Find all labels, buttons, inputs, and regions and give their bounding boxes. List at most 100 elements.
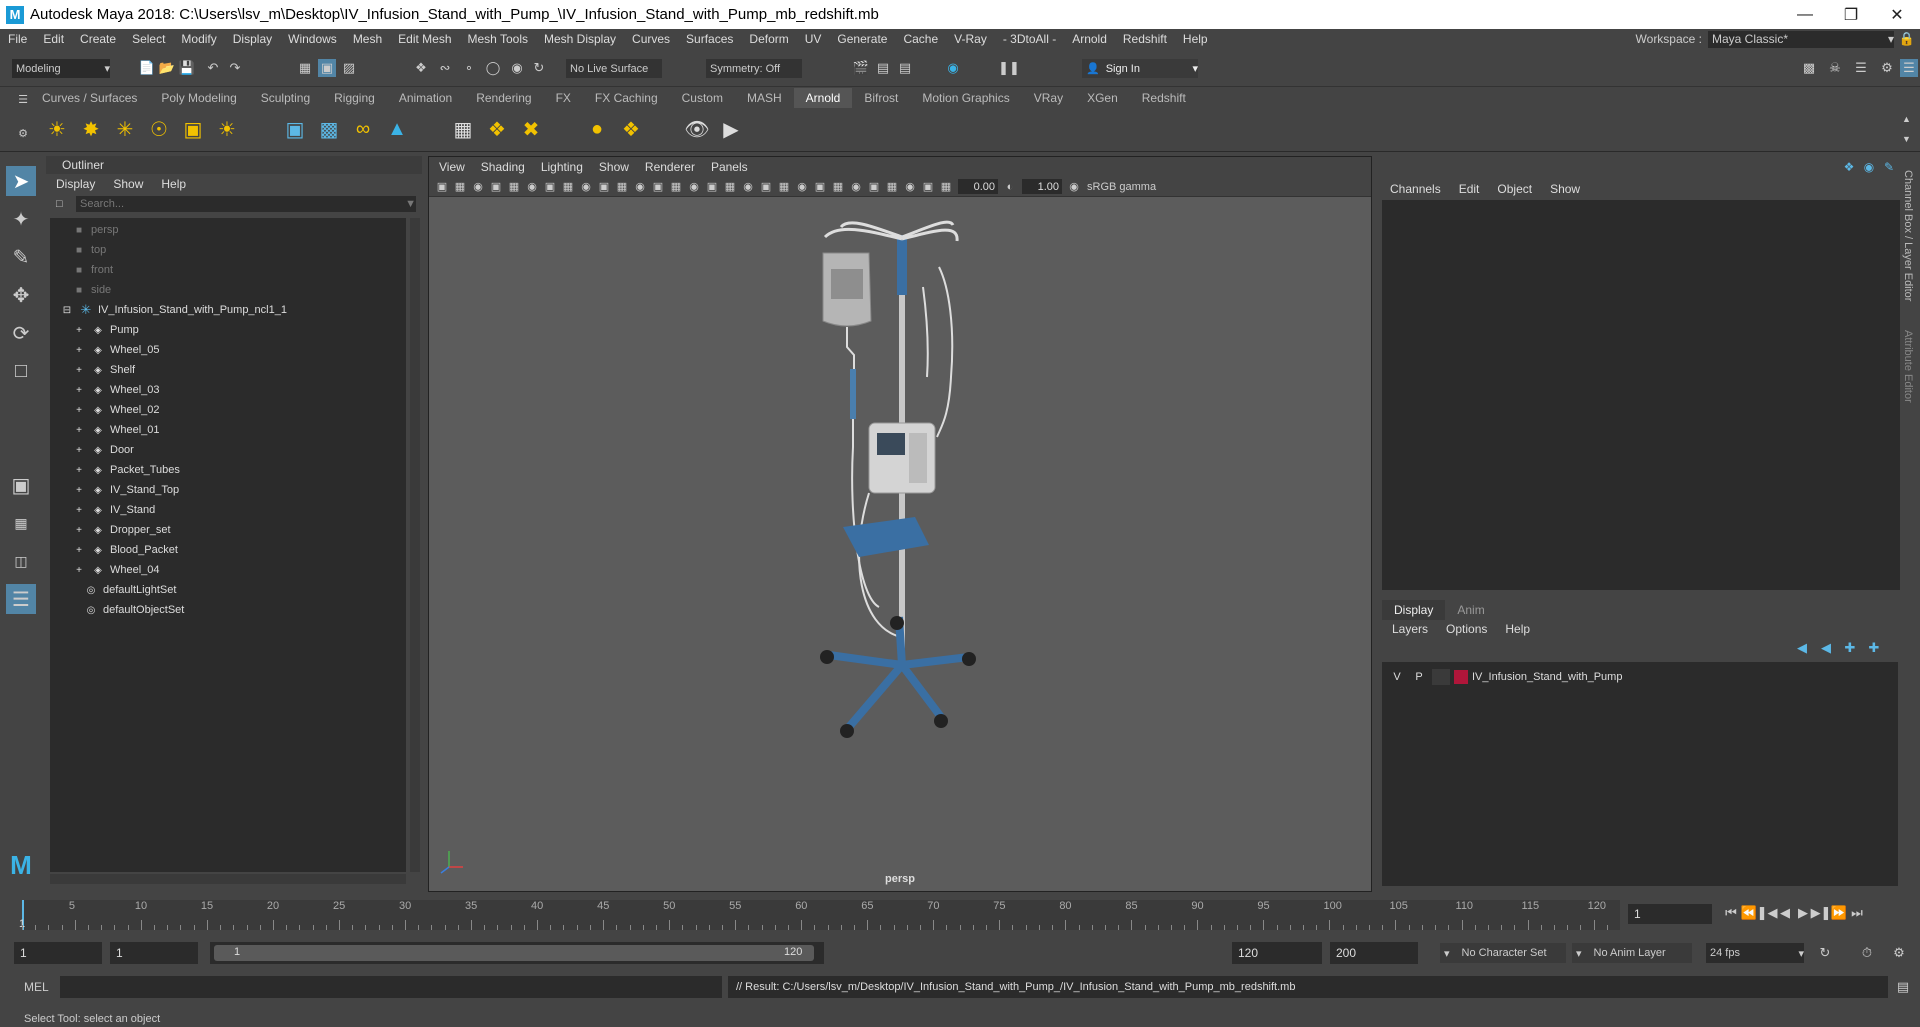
- live-surface-field[interactable]: No Live Surface: [566, 59, 662, 78]
- wireframe-icon[interactable]: ◉: [685, 179, 703, 195]
- multisample-aa-icon[interactable]: ▦: [829, 179, 847, 195]
- tab-attribute-editor[interactable]: Attribute Editor: [1902, 330, 1914, 403]
- outliner-mesh-row[interactable]: + ◈ Shelf: [72, 360, 135, 380]
- viewport-menu-renderer[interactable]: Renderer: [645, 160, 695, 174]
- field-chart-icon[interactable]: ◉: [631, 179, 649, 195]
- channel-box-icon-1[interactable]: ❖: [1840, 158, 1858, 176]
- start-time-field[interactable]: 1: [14, 942, 102, 964]
- animation-preferences-icon[interactable]: ⚙: [1890, 944, 1908, 962]
- flush-cache-icon[interactable]: ▦: [450, 116, 476, 142]
- auto-key-icon[interactable]: ⏱: [1858, 944, 1876, 962]
- camera-attributes-icon[interactable]: ◉: [469, 179, 487, 195]
- outliner-mesh-row[interactable]: + ◈ Wheel_04: [72, 560, 159, 580]
- gamma-field[interactable]: 1.00: [1022, 179, 1062, 194]
- outliner-mesh-row[interactable]: + ◈ Wheel_02: [72, 400, 159, 420]
- textured-icon[interactable]: ◉: [739, 179, 757, 195]
- render-view-icon[interactable]: 👁: [684, 116, 710, 142]
- film-gate-icon[interactable]: ◉: [577, 179, 595, 195]
- play-backwards-icon[interactable]: ◀: [1776, 904, 1794, 922]
- outliner-mesh-row[interactable]: + ◈ Dropper_set: [72, 520, 170, 540]
- export-standin-icon[interactable]: ▩: [316, 116, 342, 142]
- layer-menu-help[interactable]: Help: [1505, 622, 1530, 636]
- move-layer-up-icon[interactable]: ◀: [1790, 640, 1814, 656]
- tab-vray[interactable]: VRay: [1022, 88, 1075, 108]
- menu-file[interactable]: File: [0, 32, 35, 46]
- tab-poly-modeling[interactable]: Poly Modeling: [149, 88, 248, 108]
- tab-arnold[interactable]: Arnold: [793, 88, 853, 108]
- menu-surfaces[interactable]: Surfaces: [678, 32, 741, 46]
- xray-joints-icon[interactable]: ◉: [901, 179, 919, 195]
- outliner-mesh-row[interactable]: + ◈ Wheel_03: [72, 380, 159, 400]
- minimize-icon[interactable]: —: [1782, 0, 1828, 29]
- isolate-select-icon[interactable]: ▣: [865, 179, 883, 195]
- color-management-icon[interactable]: ◉: [1065, 179, 1083, 195]
- lasso-tool-icon[interactable]: ✦: [6, 204, 36, 234]
- outliner-menu-help[interactable]: Help: [161, 177, 186, 191]
- snap-view-icon[interactable]: ◯: [484, 59, 502, 77]
- outliner-camera-row[interactable]: ■ front: [72, 260, 113, 280]
- ipr-render-icon[interactable]: ▤: [896, 59, 914, 77]
- tab-motion-graphics[interactable]: Motion Graphics: [910, 88, 1021, 108]
- play-forwards-icon[interactable]: ▶: [1794, 904, 1812, 922]
- motion-blur-icon[interactable]: ▣: [811, 179, 829, 195]
- menu-generate[interactable]: Generate: [829, 32, 895, 46]
- channel-box-menu-edit[interactable]: Edit: [1459, 182, 1480, 196]
- paint-select-tool-icon[interactable]: ✎: [6, 242, 36, 272]
- menu-mesh[interactable]: Mesh: [345, 32, 390, 46]
- volume-icon[interactable]: ▲: [384, 116, 410, 142]
- menu-edit-mesh[interactable]: Edit Mesh: [390, 32, 459, 46]
- expand-icon[interactable]: +: [72, 385, 86, 396]
- outliner-mesh-row[interactable]: + ◈ IV_Stand: [72, 500, 155, 520]
- exposure-icon[interactable]: ▦: [937, 179, 955, 195]
- standin-icon[interactable]: ▣: [282, 116, 308, 142]
- layer-color-swatch[interactable]: [1454, 670, 1468, 684]
- menu-deform[interactable]: Deform: [741, 32, 796, 46]
- expand-icon[interactable]: +: [72, 445, 86, 456]
- open-scene-icon[interactable]: 📂: [158, 59, 176, 77]
- outliner-camera-row[interactable]: ■ top: [72, 240, 106, 260]
- channel-box-toggle-icon[interactable]: ☰: [1900, 59, 1918, 77]
- tab-anim[interactable]: Anim: [1445, 600, 1496, 620]
- flush-textures-icon[interactable]: ✖: [518, 116, 544, 142]
- expand-icon[interactable]: +: [72, 345, 86, 356]
- viewport-menu-panels[interactable]: Panels: [711, 160, 748, 174]
- viewport-menu-shading[interactable]: Shading: [481, 160, 525, 174]
- shadows-icon[interactable]: ▦: [775, 179, 793, 195]
- redo-icon[interactable]: ↷: [226, 59, 244, 77]
- tab-mash[interactable]: MASH: [735, 88, 794, 108]
- tab-display[interactable]: Display: [1382, 600, 1446, 620]
- shelf-options-icon[interactable]: ⚙: [14, 124, 32, 142]
- arnold-render-view-icon[interactable]: ●: [584, 116, 610, 142]
- step-back-frame-icon[interactable]: ❚◀: [1757, 904, 1778, 922]
- tab-bifrost[interactable]: Bifrost: [852, 88, 910, 108]
- anim-layer-dropdown[interactable]: ▾ No Anim Layer: [1572, 943, 1692, 963]
- layer-menu-options[interactable]: Options: [1446, 622, 1487, 636]
- expand-icon[interactable]: +: [72, 505, 86, 516]
- shelf-scroll-down-icon[interactable]: ▼: [1902, 134, 1911, 144]
- workspace-selector[interactable]: Workspace : Maya Classic* ▾ 🔒: [1636, 29, 1920, 49]
- tool-settings-icon[interactable]: ⚙: [1878, 59, 1896, 77]
- select-component-icon[interactable]: ▨: [340, 59, 358, 77]
- exposure-field[interactable]: 0.00: [958, 179, 998, 194]
- undo-icon[interactable]: ↶: [204, 59, 222, 77]
- expand-icon[interactable]: +: [72, 545, 86, 556]
- tab-channel-box-layer-editor[interactable]: Channel Box / Layer Editor: [1902, 170, 1914, 301]
- layer-visibility-toggle[interactable]: V: [1388, 669, 1406, 685]
- tab-rigging[interactable]: Rigging: [322, 88, 387, 108]
- safe-title-icon[interactable]: ▦: [667, 179, 685, 195]
- workspace-dropdown[interactable]: Maya Classic* ▾: [1708, 30, 1894, 48]
- chevron-down-icon[interactable]: ▼: [405, 198, 416, 210]
- tab-rendering[interactable]: Rendering: [464, 88, 543, 108]
- gamma-icon[interactable]: ◐: [1001, 179, 1019, 195]
- menu-redshift[interactable]: Redshift: [1115, 32, 1175, 46]
- tab-animation[interactable]: Animation: [387, 88, 464, 108]
- search-options-icon[interactable]: □: [56, 198, 63, 210]
- menu-arnold[interactable]: Arnold: [1064, 32, 1115, 46]
- tab-fx[interactable]: FX: [544, 88, 583, 108]
- menu-cache[interactable]: Cache: [895, 32, 946, 46]
- outliner-menu-display[interactable]: Display: [56, 177, 95, 191]
- xray-components-icon[interactable]: ▣: [919, 179, 937, 195]
- menu-windows[interactable]: Windows: [280, 32, 345, 46]
- attribute-editor-toggle-icon[interactable]: ☰: [1852, 59, 1870, 77]
- snap-point-icon[interactable]: ∘: [460, 59, 478, 77]
